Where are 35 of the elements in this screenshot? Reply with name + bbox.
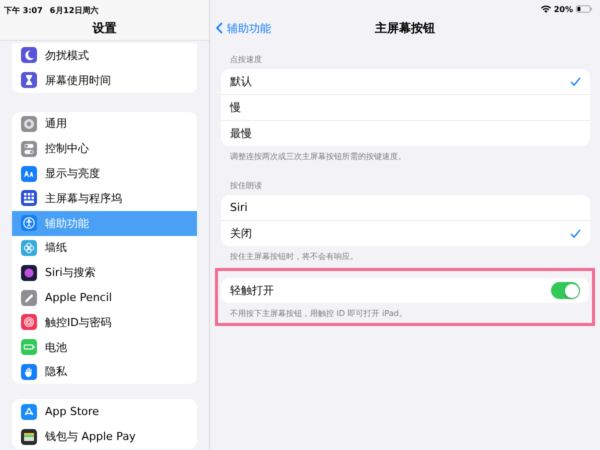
setting-row[interactable]: 轻触打开 xyxy=(221,278,589,303)
sidebar-item[interactable]: 钱包与 Apple Pay xyxy=(12,424,197,449)
section-header: 按住朗读 xyxy=(229,180,263,192)
battery-percent: 20% xyxy=(554,4,573,14)
sidebar-item[interactable]: Siri与搜索 xyxy=(12,260,197,286)
section-footer: 按住主屏幕按钮时，将不会有响应。 xyxy=(221,246,590,262)
status-date: 6月12日周六 xyxy=(50,5,98,17)
wifi-icon xyxy=(540,5,551,13)
page-title: 主屏幕按钮 xyxy=(374,20,436,36)
back-button[interactable]: 辅助功能 xyxy=(210,20,271,36)
option-row[interactable]: 关闭 xyxy=(221,220,590,246)
sidebar-title: 设置 xyxy=(91,20,118,37)
option-row[interactable]: 最慢 xyxy=(221,120,590,146)
chevron-left-icon xyxy=(216,22,223,34)
sidebar-item[interactable]: 触控ID与密码 xyxy=(12,310,197,335)
section-footer: 不用按下主屏幕按钮，用触控 ID 即可打开 iPad。 xyxy=(221,303,589,319)
sidebar-item[interactable]: 通用 xyxy=(12,112,197,136)
sidebar-item[interactable]: 显示与亮度 xyxy=(12,161,197,186)
sidebar-item[interactable]: 电池 xyxy=(12,334,197,360)
sidebar-item[interactable]: Apple Pencil xyxy=(12,285,197,310)
sidebar-item[interactable]: 隐私 xyxy=(12,360,197,384)
status-time: 下午 3:07 xyxy=(4,5,43,17)
option-row[interactable]: Siri xyxy=(221,195,590,220)
option-row[interactable]: 慢 xyxy=(221,94,590,120)
toggle-switch[interactable] xyxy=(551,282,580,299)
sidebar-item[interactable]: 主屏幕与程序坞 xyxy=(12,186,197,211)
battery-icon xyxy=(576,5,592,13)
sidebar-item[interactable]: App Store xyxy=(12,399,197,424)
sidebar-item[interactable]: 控制中心 xyxy=(12,136,197,162)
section-header: 点按速度 xyxy=(229,54,263,66)
option-row[interactable]: 默认 xyxy=(221,69,590,94)
sidebar-item[interactable]: 墙纸 xyxy=(12,236,197,260)
sidebar-item[interactable]: 屏幕使用时间 xyxy=(12,68,197,93)
section-footer: 调整连按两次或三次主屏幕按钮所需的按键速度。 xyxy=(221,146,590,162)
sidebar-item[interactable]: 勿扰模式 xyxy=(12,43,197,68)
